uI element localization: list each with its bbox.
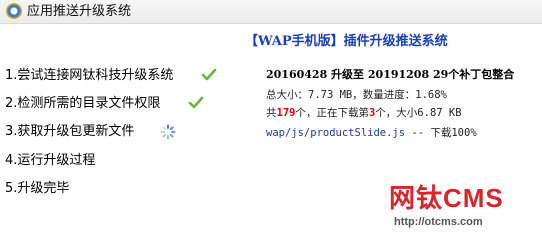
count-mid: 个，正在下载第	[295, 107, 369, 119]
total-size: 7.73 MB	[308, 89, 353, 101]
file-status: -- 下载100%	[405, 127, 477, 139]
heading-bracket-open: 【	[245, 34, 259, 49]
count-prefix: 共	[266, 107, 277, 119]
window-title: 应用推送升级系统	[27, 4, 132, 19]
count-suffix: 个，大小	[375, 107, 418, 119]
title-bar: 应用推送升级系统	[0, 0, 542, 24]
heading-bracket-close: 】插件升级推送系统	[330, 34, 448, 49]
step-number: 2.	[5, 96, 18, 111]
package-summary: 20160428 升级至 20191208 29个补丁包整合	[266, 68, 515, 81]
step-number: 1.	[5, 68, 18, 83]
total-count: 179	[276, 107, 296, 119]
brand-url: http://otcms.com	[394, 216, 483, 228]
step-permissions: 2.检测所需的目录文件权限	[5, 94, 204, 114]
step-download: 3.获取升级包更新文件	[5, 122, 176, 142]
checkmark-icon	[188, 96, 204, 109]
step-label: 尝试连接网钛科技升级系统	[17, 68, 174, 83]
step-label: 获取升级包更新文件	[17, 124, 135, 139]
size-prefix: 总大小：	[266, 89, 308, 101]
app-icon	[6, 3, 22, 19]
size-progress-line: 总大小：7.73 MB，数量进度：1.68%	[266, 87, 447, 102]
brand-logo: 网钛CMS	[389, 183, 504, 213]
current-file-path: wap/js/productSlide.js	[266, 127, 406, 139]
step-run: 4.运行升级过程	[5, 151, 95, 171]
step-number: 3.	[5, 124, 18, 139]
checkmark-icon	[201, 68, 217, 81]
progress-value: 1.68%	[415, 89, 447, 101]
step-finish: 5.升级完毕	[5, 179, 69, 199]
loading-spinner-icon	[160, 124, 176, 140]
page-heading: 【WAP手机版】插件升级推送系统	[245, 30, 448, 49]
step-connect: 1.尝试连接网钛科技升级系统	[5, 66, 217, 86]
step-label: 运行升级过程	[17, 153, 96, 168]
step-label: 升级完毕	[17, 181, 70, 196]
step-number: 5.	[5, 181, 18, 196]
download-count-line: 共179个，正在下载第3个，大小6.87 KB	[266, 105, 462, 120]
step-number: 4.	[5, 153, 18, 168]
current-size: 6.87 KB	[417, 107, 462, 119]
progress-prefix: ，数量进度：	[352, 89, 416, 101]
heading-wap-label: WAP手机版	[258, 34, 331, 49]
step-label: 检测所需的目录文件权限	[17, 96, 161, 111]
current-file-line: wap/js/productSlide.js -- 下载100%	[266, 125, 477, 140]
